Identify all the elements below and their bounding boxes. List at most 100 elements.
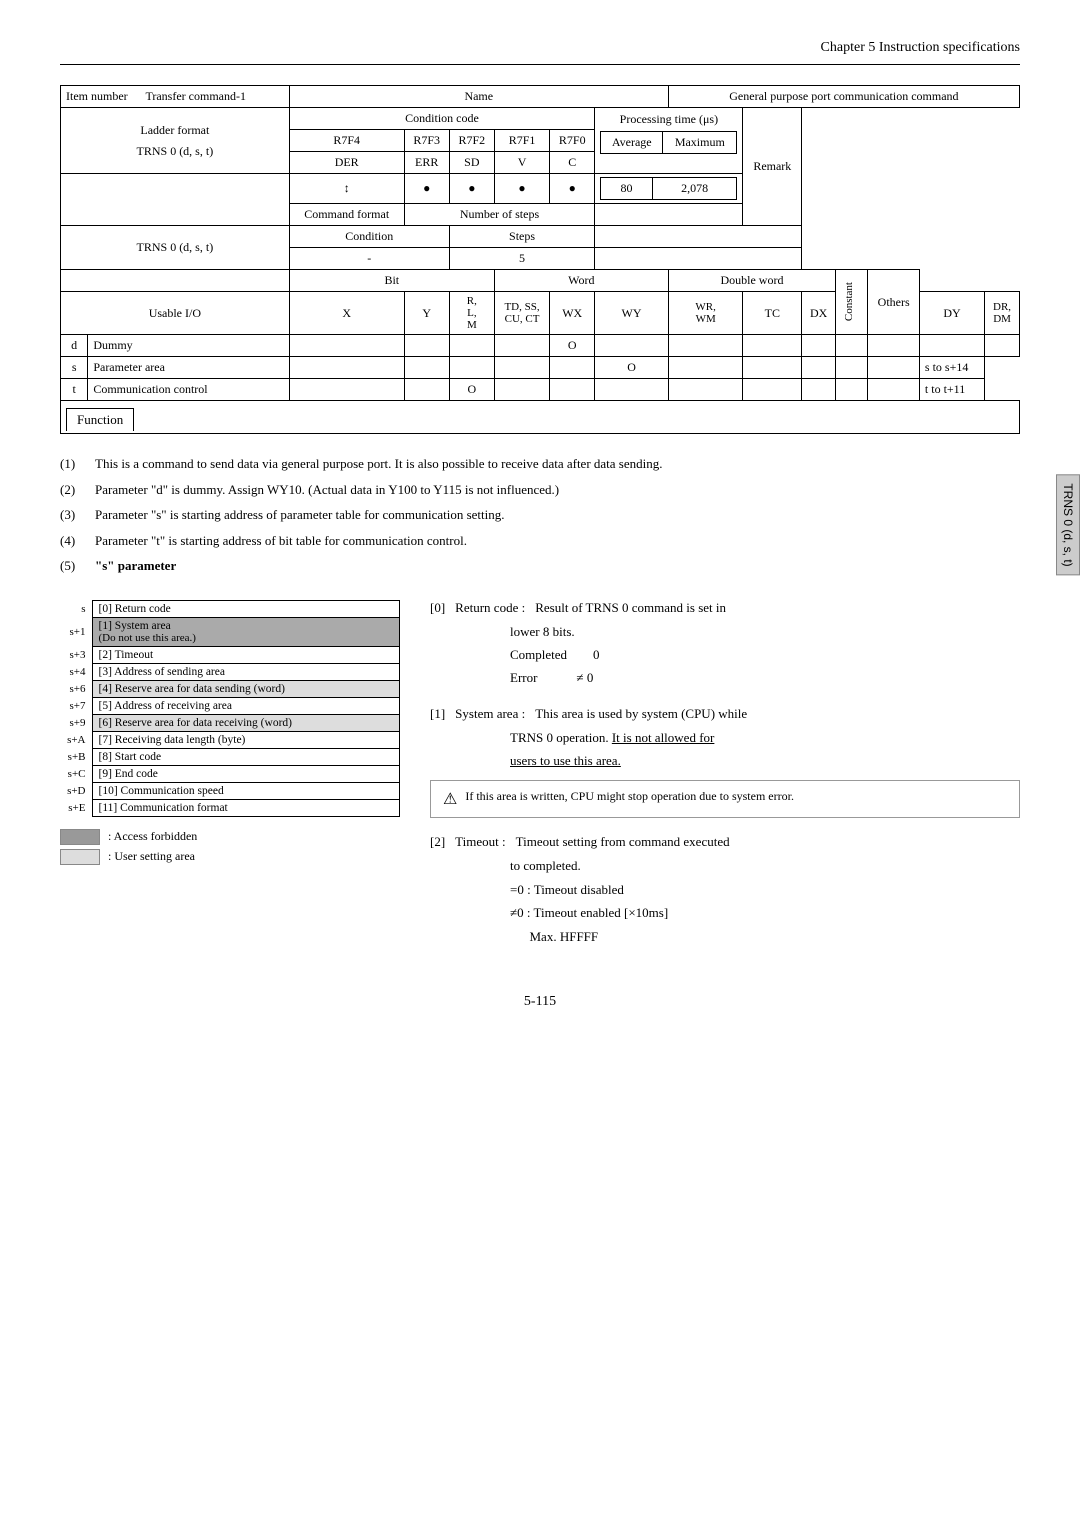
s-param-layout: s [0] Return code s+1 [1] System area(Do… xyxy=(60,600,1020,965)
system-area-desc: This area is used by system (CPU) while xyxy=(535,706,747,722)
remark-label: Remark xyxy=(753,159,791,173)
desc-2: (2) Parameter "d" is dummy. Assign WY10.… xyxy=(60,480,1020,500)
content-9: [9] End code xyxy=(92,765,400,782)
timeout-disabled: =0 : Timeout disabled xyxy=(510,878,1020,901)
dy: DY xyxy=(919,292,984,335)
desc-2-num: (2) xyxy=(60,480,95,500)
to-completed: to completed. xyxy=(510,854,1020,877)
addr-se: s+E xyxy=(60,799,92,816)
td-ss-cu-ct: TD, SS, CU, CT xyxy=(494,292,549,335)
function-tab: Function xyxy=(66,408,134,431)
return-code-label: Return code : xyxy=(455,600,525,616)
content-10: [10] Communication speed xyxy=(92,782,400,799)
warning-icon: ⚠ xyxy=(443,789,457,809)
der: DER xyxy=(289,152,404,174)
addr-s4: s+4 xyxy=(60,663,92,680)
desc-3: (3) Parameter "s" is starting address of… xyxy=(60,505,1020,525)
wy: WY xyxy=(595,292,669,335)
name-value: General purpose port communication comma… xyxy=(729,89,958,103)
max-value: 2,078 xyxy=(652,178,737,200)
r7f4: R7F4 xyxy=(289,130,404,152)
d-desc: Dummy xyxy=(88,335,289,357)
addr-s7: s+7 xyxy=(60,697,92,714)
bracket-1: [1] xyxy=(430,706,445,722)
dx: DX xyxy=(802,292,836,335)
s-param-left: s [0] Return code s+1 [1] System area(Do… xyxy=(60,600,400,965)
arrow-updown: ↕ xyxy=(289,174,404,204)
addr-s6: s+6 xyxy=(60,680,92,697)
condition-label: Condition xyxy=(289,226,449,248)
legend-box-dark xyxy=(60,829,100,845)
five: 5 xyxy=(449,248,595,270)
desc-5-num: (5) xyxy=(60,556,95,584)
usable-io-label: Usable I/O xyxy=(61,292,290,335)
legend-section: : Access forbidden : User setting area xyxy=(60,829,400,865)
bracket-2: [2] xyxy=(430,834,445,850)
addr-s: s xyxy=(60,600,92,617)
warning-box: ⚠ If this area is written, CPU might sto… xyxy=(430,780,1020,818)
chapter-title: Chapter 5 Instruction specifications xyxy=(821,40,1020,55)
y-label: Y xyxy=(404,292,449,335)
return-code-desc: Result of TRNS 0 command is set in xyxy=(535,600,726,616)
chapter-header: Chapter 5 Instruction specifications xyxy=(60,40,1020,65)
desc-4-text: Parameter "t" is starting address of bit… xyxy=(95,531,1020,551)
addr-sd: s+D xyxy=(60,782,92,799)
s-others: s to s+14 xyxy=(919,357,984,379)
desc-2-text: Parameter "d" is dummy. Assign WY10. (Ac… xyxy=(95,480,1020,500)
content-2: [2] Timeout xyxy=(92,646,400,663)
legend-box-light xyxy=(60,849,100,865)
err: ERR xyxy=(404,152,449,174)
steps-label: Steps xyxy=(449,226,595,248)
transfer-command-label: Transfer command-1 xyxy=(145,89,246,103)
s-label: s xyxy=(61,357,88,379)
descriptions-section: (1) This is a command to send data via g… xyxy=(60,444,1020,600)
legend-user: : User setting area xyxy=(60,849,400,865)
t-desc: Communication control xyxy=(88,379,289,401)
bullet-3: ● xyxy=(494,174,549,204)
r7f3: R7F3 xyxy=(404,130,449,152)
right-block-0: [0] Return code : Result of TRNS 0 comma… xyxy=(430,600,1020,690)
r-l-m: R, L, M xyxy=(449,292,494,335)
desc-3-num: (3) xyxy=(60,505,95,525)
legend-user-text: : User setting area xyxy=(108,849,195,864)
warning-text: If this area is written, CPU might stop … xyxy=(465,789,794,804)
t-others: t to t+11 xyxy=(919,379,984,401)
content-5: [5] Address of receiving area xyxy=(92,697,400,714)
completed-line: Completed 0 xyxy=(510,643,1020,666)
content-7: [7] Receiving data length (byte) xyxy=(92,731,400,748)
d-circle: O xyxy=(550,335,595,357)
timeout-desc: Timeout setting from command executed xyxy=(516,834,730,850)
double-word-label: Double word xyxy=(668,270,835,292)
content-6: [6] Reserve area for data receiving (wor… xyxy=(92,714,400,731)
others-label: Others xyxy=(868,270,919,335)
processing-time-label: Processing time (μs) xyxy=(600,112,737,127)
tc: TC xyxy=(743,292,802,335)
condition-code-label: Condition code xyxy=(405,111,479,125)
trns-label-2: TRNS 0 (d, s, t) xyxy=(61,226,290,270)
t-circle: O xyxy=(449,379,494,401)
content-4: [4] Reserve area for data sending (word) xyxy=(92,680,400,697)
desc-1-num: (1) xyxy=(60,454,95,474)
system-area-label: System area : xyxy=(455,706,525,722)
num-steps-label: Number of steps xyxy=(404,204,595,226)
addr-sa: s+A xyxy=(60,731,92,748)
timeout-max: Max. HFFFF xyxy=(510,925,1020,948)
legend-forbidden: : Access forbidden xyxy=(60,829,400,845)
r7f2: R7F2 xyxy=(449,130,494,152)
desc-1: (1) This is a command to send data via g… xyxy=(60,454,1020,474)
timeout-enabled: ≠0 : Timeout enabled [×10ms] xyxy=(510,901,1020,924)
content-11: [11] Communication format xyxy=(92,799,400,816)
bullet-1: ● xyxy=(404,174,449,204)
page-number: 5-115 xyxy=(60,994,1020,1010)
dr-dm: DR, DM xyxy=(985,292,1020,335)
users-line: users to use this area. xyxy=(510,749,1020,772)
bullet-2: ● xyxy=(449,174,494,204)
right-block-1: [1] System area : This area is used by s… xyxy=(430,706,1020,819)
timeout-label: Timeout : xyxy=(455,834,505,850)
desc-4: (4) Parameter "t" is starting address of… xyxy=(60,531,1020,551)
sd: SD xyxy=(449,152,494,174)
content-3: [3] Address of sending area xyxy=(92,663,400,680)
addr-s9: s+9 xyxy=(60,714,92,731)
v: V xyxy=(494,152,549,174)
s-desc: Parameter area xyxy=(88,357,289,379)
